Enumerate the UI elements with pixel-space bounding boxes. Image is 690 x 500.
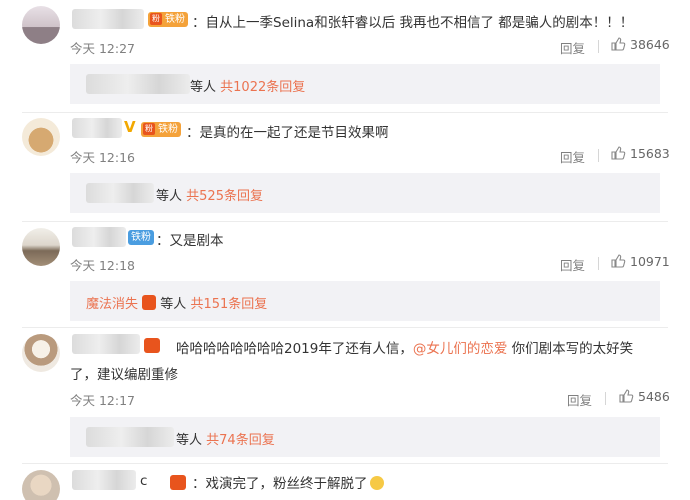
sub-suffix: 等人 [156, 189, 183, 204]
avatar[interactable] [22, 228, 60, 266]
blurred-username[interactable] [72, 470, 136, 490]
reply-count-link[interactable]: 共1022条回复 [220, 80, 305, 95]
divider [22, 463, 668, 464]
divider [22, 327, 668, 328]
divider [598, 257, 599, 270]
comment-text-line2: 了，建议编剧重修 [70, 367, 178, 383]
fan-badge[interactable]: 粉 铁粉 [148, 12, 188, 27]
sub-suffix: 等人 [176, 433, 203, 448]
divider [605, 392, 606, 405]
comment-time: 今天 12:16 [70, 150, 135, 165]
blurred-reply-user [86, 183, 154, 203]
reply-button[interactable]: 回复 [560, 255, 585, 274]
comment-time: 今天 12:18 [70, 258, 135, 273]
comment-time: 今天 12:17 [70, 393, 135, 408]
fan-badge-icon: 粉 [150, 13, 162, 25]
sub-replies[interactable]: 等人 共1022条回复 [70, 64, 660, 104]
sub-replies[interactable]: 等人 共74条回复 [70, 417, 660, 457]
reply-count-link[interactable]: 共151条回复 [190, 297, 267, 312]
like-count: 10971 [630, 253, 670, 269]
username-tail: c [140, 473, 148, 489]
reply-count-link[interactable]: 共74条回复 [206, 433, 275, 448]
blurred-username[interactable] [72, 227, 126, 247]
thumbs-up-icon [611, 37, 626, 51]
comment-time: 今天 12:27 [70, 41, 135, 56]
sub-suffix: 等人 [160, 297, 187, 312]
sub-replies[interactable]: 等人 共525条回复 [70, 173, 660, 213]
verified-v-icon: V [124, 118, 136, 136]
like-count: 5486 [638, 388, 670, 404]
fan-badge-icon [170, 475, 186, 490]
like-count: 38646 [630, 36, 670, 52]
like-button[interactable]: 38646 [610, 36, 670, 52]
divider [598, 40, 599, 53]
sub-suffix: 等人 [190, 80, 217, 95]
fan-badge[interactable]: 粉 铁粉 [141, 122, 181, 137]
sub-replies[interactable]: 魔法消失 等人 共151条回复 [70, 281, 660, 321]
iron-fan-badge[interactable]: 铁粉 [128, 230, 154, 245]
blurred-username[interactable] [72, 9, 144, 29]
reply-button[interactable]: 回复 [560, 38, 585, 57]
comment-text: ：是真的在一起了还是节目效果啊 [186, 125, 389, 141]
like-button[interactable]: 5486 [618, 388, 670, 404]
avatar[interactable] [22, 118, 60, 156]
reply-button[interactable]: 回复 [567, 390, 592, 409]
avatar[interactable] [22, 470, 60, 500]
comment-text: ：自从上一季Selina和张轩睿以后 我再也不相信了 都是骗人的剧本！！！ [192, 15, 634, 31]
fan-badge-icon [144, 338, 160, 353]
avatar[interactable] [22, 334, 60, 372]
thumbs-up-icon [611, 254, 626, 268]
divider [22, 221, 668, 222]
fan-badge-icon: 粉 [143, 123, 155, 135]
reply-button[interactable]: 回复 [560, 147, 585, 166]
like-button[interactable]: 10971 [610, 253, 670, 269]
fan-badge-icon [142, 295, 157, 310]
reply-count-link[interactable]: 共525条回复 [186, 189, 263, 204]
blurred-reply-user [86, 74, 190, 94]
thumbs-up-icon [611, 146, 626, 160]
like-count: 15683 [630, 145, 670, 161]
mention-link[interactable]: @女儿们的恋爱 [413, 341, 508, 357]
blurred-username[interactable] [72, 118, 122, 138]
blurred-username[interactable] [72, 334, 140, 354]
like-button[interactable]: 15683 [610, 145, 670, 161]
comment-text: ：戏演完了，粉丝终于解脱了 [192, 472, 384, 492]
blurred-reply-user [86, 427, 174, 447]
thumbs-up-icon [619, 389, 634, 403]
divider [22, 112, 668, 113]
relieved-emoji-icon [369, 476, 384, 490]
comment-text: 哈哈哈哈哈哈哈哈2019年了还有人信，@女儿们的恋爱 你们剧本写的太好笑 [176, 341, 634, 357]
divider [598, 149, 599, 162]
avatar[interactable] [22, 6, 60, 44]
reply-user-link[interactable]: 魔法消失 [86, 297, 138, 312]
comment-text: ：又是剧本 [156, 233, 224, 249]
